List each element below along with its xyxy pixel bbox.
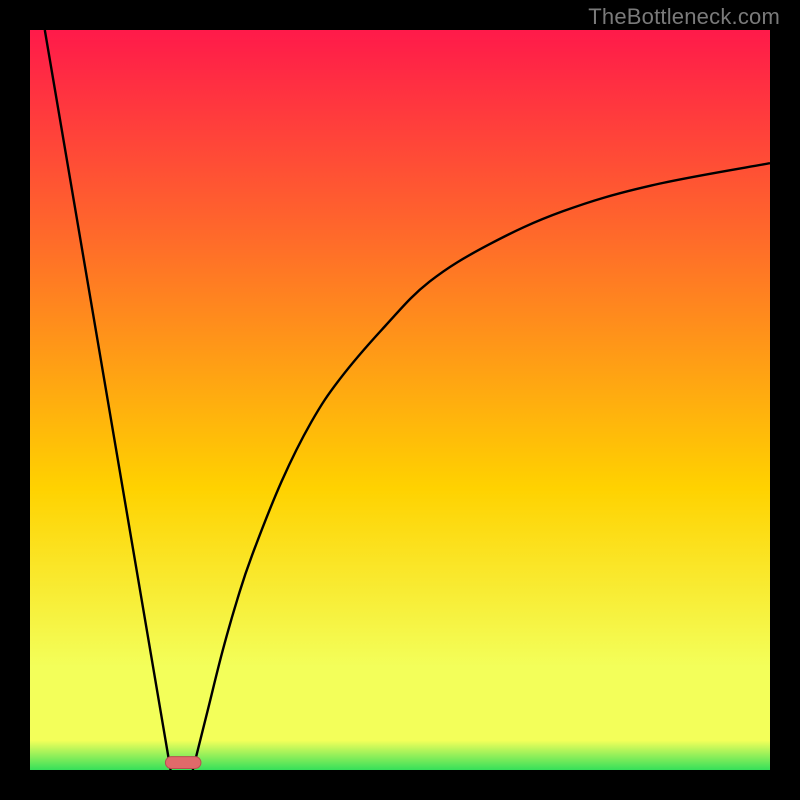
chart-svg — [30, 30, 770, 770]
gradient-background — [30, 30, 770, 770]
optimal-marker — [165, 757, 201, 769]
credit-label: TheBottleneck.com — [588, 4, 780, 30]
plot-area — [30, 30, 770, 770]
chart-container: TheBottleneck.com — [0, 0, 800, 800]
